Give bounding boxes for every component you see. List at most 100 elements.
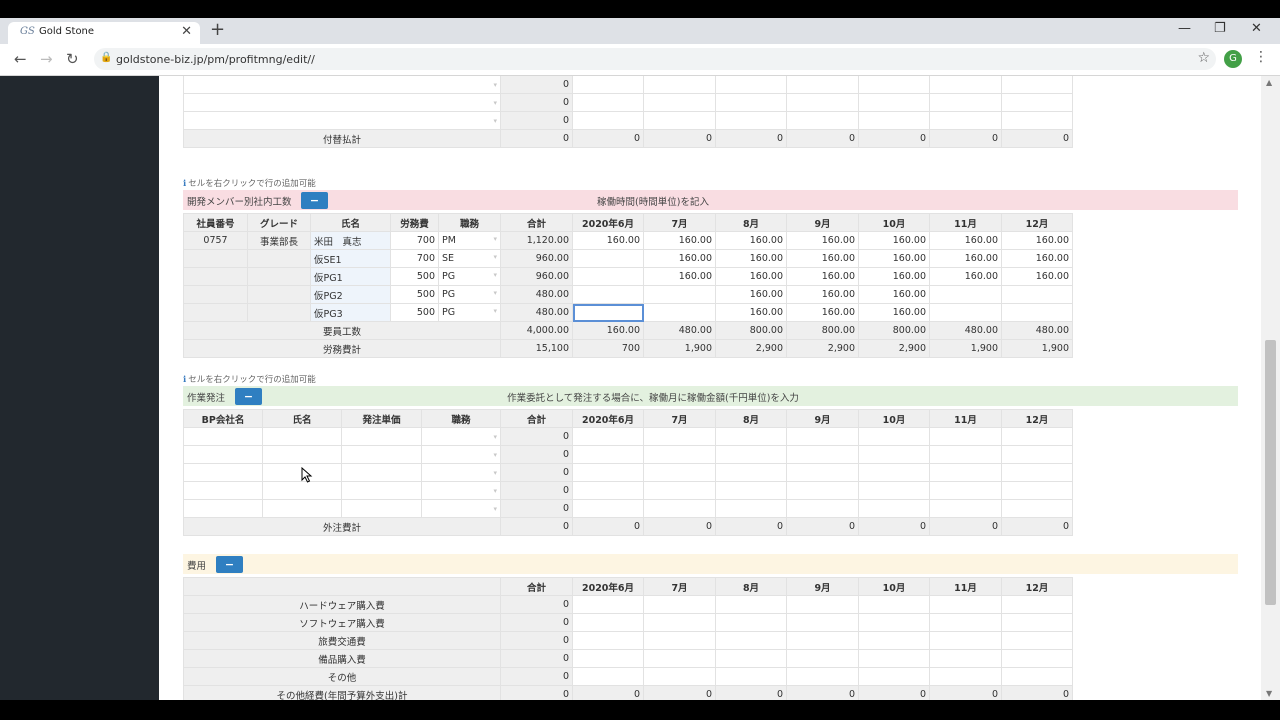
month-input-cell[interactable] xyxy=(1001,613,1073,632)
bookmark-star-icon[interactable]: ☆ xyxy=(1197,50,1210,66)
grade-cell[interactable] xyxy=(247,303,311,322)
hours-cell[interactable]: 160.00 xyxy=(858,249,930,268)
month-input-cell[interactable] xyxy=(1001,649,1073,668)
month-input-cell[interactable] xyxy=(572,667,644,686)
emp-number-cell[interactable] xyxy=(183,249,248,268)
hours-cell[interactable]: 160.00 xyxy=(715,285,787,304)
month-input-cell[interactable] xyxy=(715,93,787,112)
back-icon[interactable]: ← xyxy=(14,50,27,68)
hours-cell[interactable] xyxy=(572,249,644,268)
grade-cell[interactable] xyxy=(247,267,311,286)
month-input-cell[interactable] xyxy=(715,76,787,94)
month-input-cell[interactable] xyxy=(715,667,787,686)
close-window-icon[interactable]: ✕ xyxy=(1251,21,1262,36)
unit-price-cell[interactable] xyxy=(341,445,422,464)
bp-company-cell[interactable] xyxy=(183,463,263,482)
month-input-cell[interactable] xyxy=(572,631,644,650)
month-input-cell[interactable] xyxy=(929,111,1002,130)
name-cell[interactable] xyxy=(262,481,342,500)
month-input-cell[interactable] xyxy=(786,93,859,112)
name-cell[interactable] xyxy=(262,445,342,464)
month-input-cell[interactable] xyxy=(1001,667,1073,686)
input-cell[interactable]: ▾ xyxy=(183,76,501,94)
hours-cell[interactable] xyxy=(572,267,644,286)
hours-cell[interactable]: 160.00 xyxy=(858,267,930,286)
month-input-cell[interactable] xyxy=(1001,631,1073,650)
month-input-cell[interactable] xyxy=(643,93,716,112)
month-input-cell[interactable] xyxy=(1001,499,1073,518)
month-input-cell[interactable] xyxy=(786,427,859,446)
name-cell[interactable]: 仮PG3 xyxy=(310,303,391,322)
month-input-cell[interactable] xyxy=(643,427,716,446)
month-input-cell[interactable] xyxy=(715,613,787,632)
expense-collapse-button[interactable]: − xyxy=(216,556,243,573)
unit-price-cell[interactable] xyxy=(341,481,422,500)
role-cell[interactable]: PG ▾ xyxy=(438,267,501,286)
month-input-cell[interactable] xyxy=(858,111,930,130)
emp-number-cell[interactable] xyxy=(183,285,248,304)
hours-cell[interactable]: 160.00 xyxy=(643,231,716,250)
hours-cell[interactable]: 160.00 xyxy=(858,285,930,304)
hours-cell[interactable]: 160.00 xyxy=(929,249,1002,268)
bp-company-cell[interactable] xyxy=(183,499,263,518)
name-cell[interactable]: 米田 真志 xyxy=(310,231,391,250)
month-input-cell[interactable] xyxy=(929,631,1002,650)
month-input-cell[interactable] xyxy=(858,93,930,112)
month-input-cell[interactable] xyxy=(1001,595,1073,614)
month-input-cell[interactable] xyxy=(715,649,787,668)
month-input-cell[interactable] xyxy=(643,667,716,686)
emp-number-cell[interactable] xyxy=(183,267,248,286)
month-input-cell[interactable] xyxy=(715,481,787,500)
hours-cell[interactable]: 160.00 xyxy=(643,249,716,268)
hours-cell[interactable]: 160.00 xyxy=(715,267,787,286)
emp-number-cell[interactable] xyxy=(183,303,248,322)
month-input-cell[interactable] xyxy=(1001,93,1073,112)
month-input-cell[interactable] xyxy=(643,445,716,464)
scroll-up-icon[interactable]: ▲ xyxy=(1266,78,1272,87)
member-collapse-button[interactable]: − xyxy=(301,192,328,209)
month-input-cell[interactable] xyxy=(643,631,716,650)
role-cell[interactable]: ▾ xyxy=(421,427,501,446)
month-input-cell[interactable] xyxy=(858,445,930,464)
hours-cell[interactable]: 160.00 xyxy=(1001,231,1073,250)
role-cell[interactable]: ▾ xyxy=(421,481,501,500)
hours-cell[interactable] xyxy=(572,285,644,304)
hours-cell[interactable]: 160.00 xyxy=(786,231,859,250)
hours-cell[interactable]: 160.00 xyxy=(786,249,859,268)
role-cell[interactable]: PG ▾ xyxy=(438,303,501,322)
month-input-cell[interactable] xyxy=(786,445,859,464)
month-input-cell[interactable] xyxy=(858,667,930,686)
labor-cost-cell[interactable]: 700 xyxy=(390,249,439,268)
month-input-cell[interactable] xyxy=(929,93,1002,112)
month-input-cell[interactable] xyxy=(572,613,644,632)
month-input-cell[interactable] xyxy=(572,76,644,94)
month-input-cell[interactable] xyxy=(929,667,1002,686)
month-input-cell[interactable] xyxy=(929,463,1002,482)
month-input-cell[interactable] xyxy=(786,499,859,518)
month-input-cell[interactable] xyxy=(858,76,930,94)
emp-number-cell[interactable]: 0757 xyxy=(183,231,248,250)
month-input-cell[interactable] xyxy=(715,427,787,446)
hours-cell[interactable]: 160.00 xyxy=(715,249,787,268)
month-input-cell[interactable] xyxy=(643,111,716,130)
labor-cost-cell[interactable]: 500 xyxy=(390,303,439,322)
month-input-cell[interactable] xyxy=(929,445,1002,464)
month-input-cell[interactable] xyxy=(786,631,859,650)
month-input-cell[interactable] xyxy=(858,649,930,668)
month-input-cell[interactable] xyxy=(715,111,787,130)
hours-cell[interactable]: 160.00 xyxy=(858,231,930,250)
unit-price-cell[interactable] xyxy=(341,463,422,482)
month-input-cell[interactable] xyxy=(572,463,644,482)
forward-icon[interactable]: → xyxy=(40,50,53,68)
hours-cell[interactable]: 160.00 xyxy=(715,231,787,250)
month-input-cell[interactable] xyxy=(572,427,644,446)
month-input-cell[interactable] xyxy=(1001,76,1073,94)
bp-company-cell[interactable] xyxy=(183,445,263,464)
month-input-cell[interactable] xyxy=(786,111,859,130)
hours-cell[interactable] xyxy=(1001,303,1073,322)
hours-cell[interactable] xyxy=(643,285,716,304)
role-cell[interactable]: PM ▾ xyxy=(438,231,501,250)
month-input-cell[interactable] xyxy=(858,499,930,518)
input-cell[interactable]: ▾ xyxy=(183,111,501,130)
role-cell[interactable]: ▾ xyxy=(421,499,501,518)
